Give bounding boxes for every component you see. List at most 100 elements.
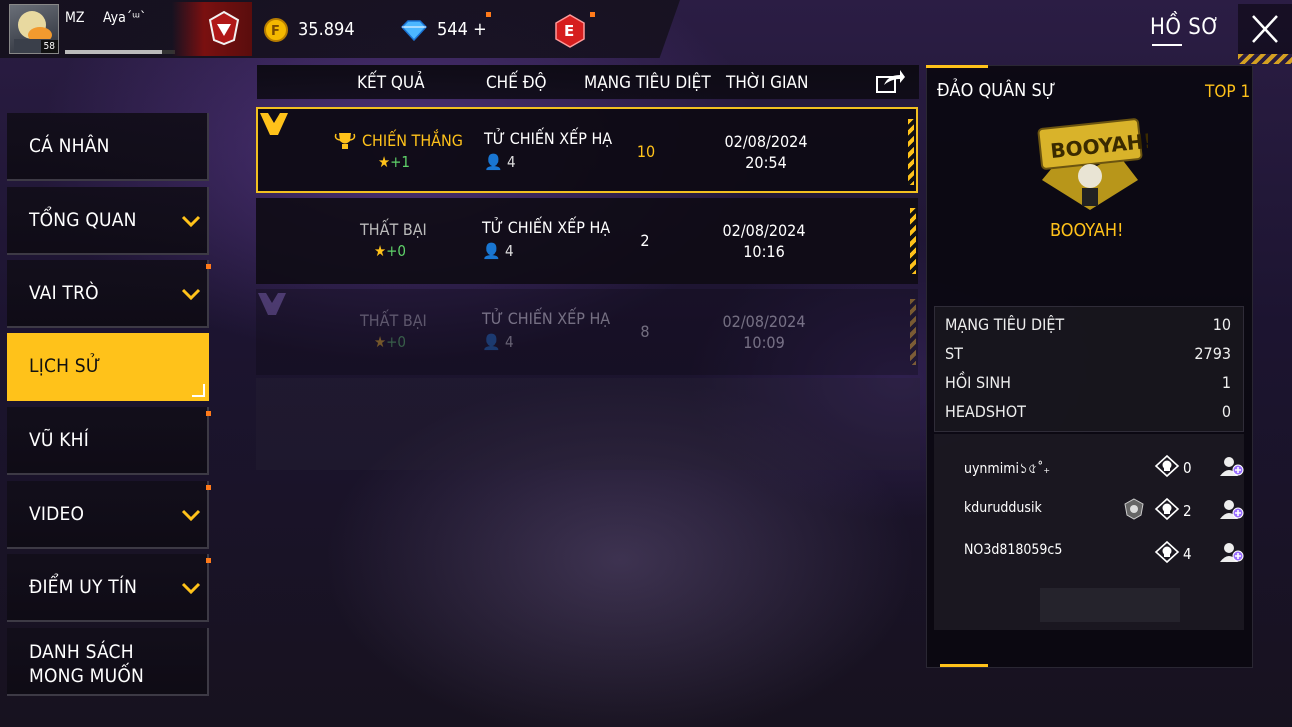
- stat-value: 10: [1212, 315, 1231, 334]
- person-icon: 👤: [482, 333, 501, 351]
- decorative-hatch: [908, 119, 914, 185]
- stats-box: MẠNG TIÊU DIỆT 10 ST 2793 HỒI SINH 1 HEA…: [934, 306, 1244, 432]
- share-icon[interactable]: [874, 67, 906, 95]
- skull-kills-icon: [1154, 540, 1180, 564]
- add-diamonds-plus[interactable]: +: [473, 19, 487, 40]
- header-time: THỜI GIAN: [726, 73, 809, 93]
- mvp-badge-icon: [258, 293, 286, 315]
- decorative-hatch: [1238, 54, 1292, 64]
- notification-dot: [486, 12, 491, 17]
- sidebar-item-danh-sach-mong-muon[interactable]: DANH SÁCH MONG MUỐN: [7, 628, 209, 696]
- result-label: CHIẾN THẮNG: [362, 131, 463, 150]
- notification-dot: [206, 411, 211, 416]
- person-icon: 👤: [484, 153, 503, 171]
- notification-dot: [206, 485, 211, 490]
- notification-dot: [206, 558, 211, 563]
- trophy-icon: [334, 133, 356, 149]
- match-datetime: 02/08/2024 20:54: [724, 132, 808, 172]
- corner-mark-icon: [192, 384, 205, 397]
- add-friend-icon[interactable]: [1218, 454, 1244, 478]
- booyah-text: BOOYAH!: [1050, 220, 1124, 241]
- empty-list-area: [256, 378, 920, 470]
- stat-label: ST: [945, 344, 963, 363]
- elite-pass-icon[interactable]: E: [554, 14, 586, 48]
- sidebar-item-label: LỊCH SỬ: [29, 355, 101, 377]
- sidebar-item-label: VŨ KHÍ: [29, 429, 89, 451]
- sidebar-item-vu-khi[interactable]: VŨ KHÍ: [7, 407, 209, 475]
- page-title: HỒ SƠ: [1150, 15, 1220, 40]
- players-count: 👤 4: [482, 333, 514, 351]
- diamond-count[interactable]: 544 +: [437, 19, 487, 40]
- avatar[interactable]: 58: [9, 4, 59, 54]
- sidebar-item-tong-quan[interactable]: TỔNG QUAN: [7, 187, 209, 255]
- teammate-kills: 2: [1183, 502, 1192, 520]
- stat-label: MẠNG TIÊU DIỆT: [945, 315, 1065, 334]
- star-icon: ★: [374, 242, 387, 260]
- header-kills: MẠNG TIÊU DIỆT: [584, 73, 711, 93]
- sidebar-item-diem-uy-tin[interactable]: ĐIỂM UY TÍN: [7, 554, 209, 622]
- add-friend-icon[interactable]: [1218, 497, 1244, 521]
- mode-label: TỬ CHIẾN XẾP HẠ: [482, 218, 611, 237]
- chevron-down-icon: [181, 509, 201, 522]
- xp-bar-fill: [65, 50, 162, 54]
- sidebar-item-ca-nhan[interactable]: CÁ NHÂN: [7, 113, 209, 181]
- guild-logo-icon: [206, 10, 242, 46]
- notification-dot: [590, 12, 595, 17]
- mode-label: TỬ CHIẾN XẾP HẠ: [482, 309, 611, 328]
- skull-kills-icon: [1154, 454, 1180, 478]
- result-label: THẤT BẠI: [360, 311, 427, 330]
- mode-label: TỬ CHIẾN XẾP HẠ: [484, 129, 613, 148]
- sidebar-item-label: ĐIỂM UY TÍN: [29, 576, 138, 598]
- sidebar-item-label: TỔNG QUAN: [29, 209, 137, 231]
- stat-value: 0: [1221, 402, 1231, 421]
- faded-detail-button: [1040, 588, 1180, 622]
- kills-value: 10: [636, 142, 656, 161]
- sidebar-item-video[interactable]: VIDEO: [7, 481, 209, 549]
- star-change: ★+0: [374, 242, 407, 260]
- chevron-down-icon: [181, 215, 201, 228]
- panel-accent-line: [940, 664, 988, 667]
- sidebar-item-label: CÁ NHÂN: [29, 135, 110, 157]
- teammate-name[interactable]: uynmimi১৫˚₊: [964, 457, 1050, 481]
- player-name-part2: Aya´ᵚ`: [103, 10, 147, 26]
- sidebar-item-vai-tro[interactable]: VAI TRÒ: [7, 260, 209, 328]
- stat-label: HEADSHOT: [945, 402, 1026, 421]
- star-icon: ★: [378, 153, 391, 171]
- result-label: THẤT BẠI: [360, 220, 427, 239]
- diamond-icon: [400, 19, 428, 41]
- table-row[interactable]: THẤT BẠI ★+0 TỬ CHIẾN XẾP HẠ 👤 4 8 02/08…: [256, 289, 918, 375]
- elite-letter: E: [564, 22, 574, 40]
- diamond-value: 544: [437, 19, 468, 40]
- star-icon: ★: [374, 333, 387, 351]
- gold-count: 35.894: [298, 19, 355, 40]
- kills-value: 2: [640, 231, 650, 250]
- notification-dot: [206, 264, 211, 269]
- chevron-down-icon: [181, 582, 201, 595]
- sidebar-item-label: VIDEO: [29, 503, 85, 525]
- teammate-name[interactable]: NO3d818059c5: [964, 542, 1062, 558]
- players-count: 👤 4: [484, 153, 516, 171]
- teammate-kills: 0: [1183, 459, 1192, 477]
- shield-badge-icon: [1124, 498, 1144, 520]
- player-name-part1: MZ: [65, 10, 85, 26]
- teammate-name[interactable]: kduruddusik: [964, 500, 1042, 516]
- header-mode: CHẾ ĐỘ: [486, 73, 547, 93]
- sidebar-item-label: DANH SÁCH MONG MUỐN: [29, 641, 144, 687]
- players-count: 👤 4: [482, 242, 514, 260]
- match-history-header: KẾT QUẢ CHẾ ĐỘ MẠNG TIÊU DIỆT THỜI GIAN: [257, 65, 919, 99]
- skull-kills-icon: [1154, 497, 1180, 521]
- person-icon: 👤: [482, 242, 501, 260]
- chevron-down-icon: [181, 288, 201, 301]
- header-result: KẾT QUẢ: [357, 73, 425, 93]
- rank-label: TOP 1: [1205, 82, 1251, 102]
- match-datetime: 02/08/2024 10:09: [722, 312, 806, 352]
- table-row[interactable]: CHIẾN THẮNG ★+1 TỬ CHIẾN XẾP HẠ 👤 4 10 0…: [256, 107, 918, 193]
- close-button[interactable]: [1238, 4, 1292, 54]
- match-datetime: 02/08/2024 10:16: [722, 221, 806, 261]
- table-row[interactable]: THẤT BẠI ★+0 TỬ CHIẾN XẾP HẠ 👤 4 2 02/08…: [256, 198, 918, 284]
- sidebar-item-lich-su[interactable]: LỊCH SỬ: [7, 333, 209, 401]
- booyah-badge-icon: BOOYAH!: [1032, 118, 1148, 214]
- title-underline: [1152, 44, 1182, 46]
- add-friend-icon[interactable]: [1218, 540, 1244, 564]
- stat-label: HỒI SINH: [945, 373, 1011, 392]
